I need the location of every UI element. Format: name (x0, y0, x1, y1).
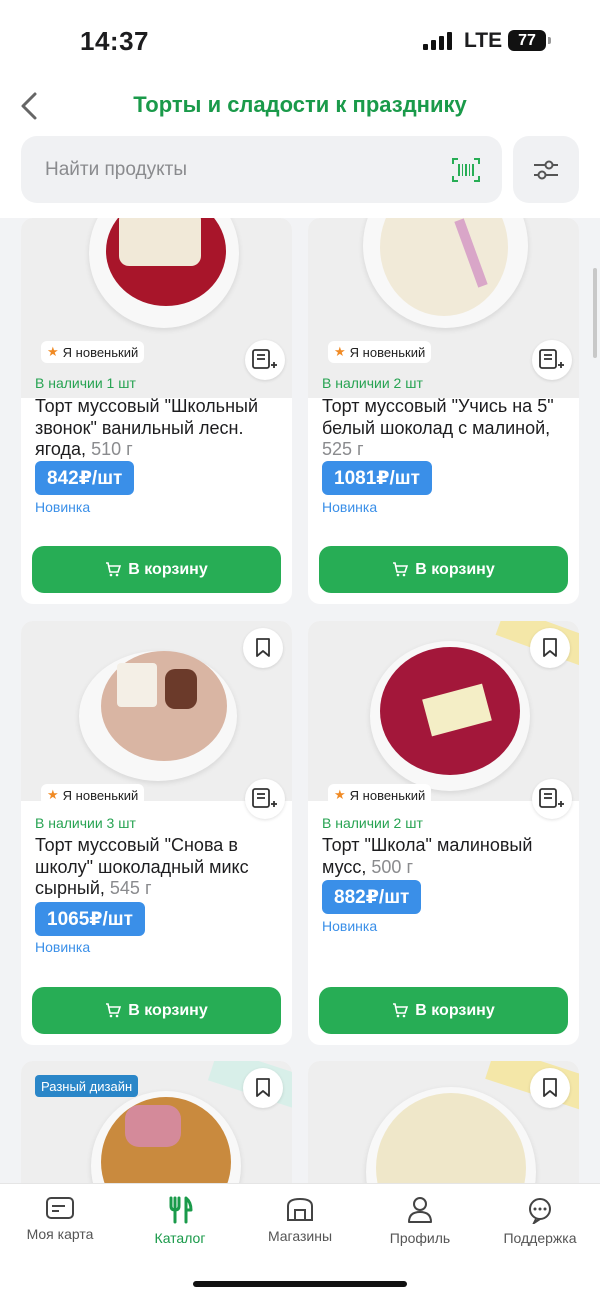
cart-icon (106, 562, 122, 577)
signal-icon (423, 32, 452, 50)
barcode-scan-icon[interactable] (452, 158, 480, 182)
filter-sliders-icon (534, 160, 558, 179)
list-add-icon (539, 349, 564, 369)
tab-stores[interactable]: Магазины (240, 1184, 360, 1254)
price-tag: 882₽/шт (322, 880, 422, 914)
support-icon (529, 1198, 551, 1224)
product-name: Торт муссовый "Школьный звонок" ванильны… (35, 396, 258, 459)
product-name: Торт муссовый "Учись на 5" белый шоколад… (322, 396, 554, 459)
star-icon: ★ (334, 344, 346, 359)
add-to-list-button[interactable] (532, 779, 572, 819)
design-badge: Разный дизайн (35, 1075, 139, 1097)
product-card[interactable]: ★ Я новенький В наличии 3 шт Торт муссовы… (21, 621, 292, 1045)
star-icon: ★ (334, 787, 346, 802)
product-card[interactable] (308, 1061, 579, 1201)
add-to-list-button[interactable] (245, 779, 285, 819)
add-to-cart-button[interactable]: В корзину (32, 546, 281, 593)
price-tag: 1081₽/шт (322, 461, 432, 495)
novelty-label: Новинка (35, 939, 91, 955)
stock-status: В наличии 2 шт (322, 375, 423, 391)
page-title: Торты и сладости к празднику (133, 92, 467, 117)
stock-status: В наличии 3 шт (35, 815, 136, 831)
battery-icon: 77 (508, 30, 551, 51)
price-tag: 842₽/шт (35, 461, 135, 495)
novelty-label: Новинка (322, 499, 378, 515)
cart-icon (106, 1003, 122, 1018)
novelty-label: Новинка (322, 918, 378, 934)
tab-label: Каталог (154, 1230, 206, 1246)
bookmark-button[interactable] (243, 628, 283, 668)
bookmark-icon (543, 1078, 557, 1097)
product-card[interactable]: Разный дизайн (21, 1061, 292, 1201)
product-name: Торт "Школа" малиновый мусс, 500 г (322, 835, 533, 877)
status-time: 14:37 (80, 26, 149, 56)
header: Торты и сладости к празднику (0, 80, 600, 218)
tab-label: Профиль (389, 1230, 451, 1246)
tab-support[interactable]: Поддержка (480, 1184, 600, 1254)
product-name: Торт муссовый "Снова в школу" шоколадный… (35, 835, 249, 898)
tab-label: Поддержка (503, 1230, 577, 1246)
list-add-icon (539, 788, 564, 808)
tab-profile[interactable]: Профиль (360, 1184, 480, 1254)
search-box[interactable] (21, 136, 502, 203)
product-card[interactable]: ★ Я новенький В наличии 2 шт Торт "Школа"… (308, 621, 579, 1045)
add-to-list-button[interactable] (245, 340, 285, 380)
store-icon (287, 1197, 313, 1221)
new-badge: ★ Я новенький (41, 784, 145, 806)
add-to-cart-button[interactable]: В корзину (32, 987, 281, 1034)
list-add-icon (252, 349, 277, 369)
tab-label: Магазины (267, 1228, 333, 1244)
bookmark-icon (256, 638, 270, 657)
stock-status: В наличии 1 шт (35, 375, 136, 391)
profile-icon (408, 1197, 432, 1223)
bookmark-button[interactable] (530, 1068, 570, 1108)
bookmark-button[interactable] (243, 1068, 283, 1108)
scrollbar[interactable] (593, 268, 597, 358)
status-bar: 14:37 LTE 77 (0, 0, 600, 80)
tab-catalog[interactable]: Каталог (120, 1184, 240, 1254)
home-indicator[interactable] (193, 1281, 407, 1287)
add-to-list-button[interactable] (532, 340, 572, 380)
bookmark-icon (256, 1078, 270, 1097)
product-card[interactable]: ★ Я новенький В наличии 1 шт Торт муссовы… (21, 218, 292, 604)
card-icon (46, 1197, 74, 1219)
cart-icon (393, 1003, 409, 1018)
price-tag: 1065₽/шт (35, 902, 145, 936)
star-icon: ★ (47, 344, 59, 359)
cart-icon (393, 562, 409, 577)
novelty-label: Новинка (35, 499, 91, 515)
tab-label: Моя карта (26, 1226, 94, 1242)
stock-status: В наличии 2 шт (322, 815, 423, 831)
new-badge: ★ Я новенький (41, 341, 145, 363)
product-card[interactable]: ★ Я новенький В наличии 2 шт Торт муссовы… (308, 218, 579, 604)
cutlery-icon (169, 1196, 193, 1224)
search-input[interactable] (45, 136, 425, 203)
bookmark-icon (543, 638, 557, 657)
new-badge: ★ Я новенький (328, 784, 432, 806)
star-icon: ★ (47, 787, 59, 802)
tab-my-card[interactable]: Моя карта (0, 1184, 120, 1254)
network-type: LTE (464, 29, 503, 52)
battery-level: 77 (518, 31, 536, 49)
filter-button[interactable] (513, 136, 579, 203)
bookmark-button[interactable] (530, 628, 570, 668)
add-to-cart-button[interactable]: В корзину (319, 546, 568, 593)
new-badge: ★ Я новенький (328, 341, 432, 363)
add-to-cart-button[interactable]: В корзину (319, 987, 568, 1034)
list-add-icon (252, 788, 277, 808)
